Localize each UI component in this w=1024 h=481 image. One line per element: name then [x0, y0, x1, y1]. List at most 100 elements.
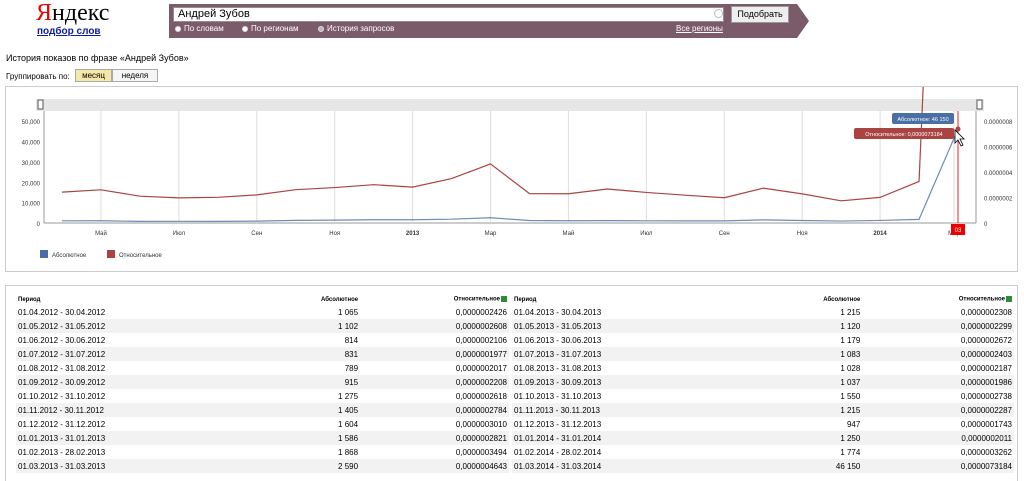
cell-relative: 0,0000002011: [862, 431, 1014, 445]
table-row: 01.03.2014 - 31.03.2014 46 150 0,000007318…: [512, 459, 1014, 473]
search-bar-arrow: [797, 4, 809, 38]
x-marker-label: 03: [955, 228, 962, 234]
cell-period: 01.08.2013 - 31.08.2013: [514, 363, 602, 373]
cell-period: 01.11.2012 - 30.11.2012: [16, 403, 254, 417]
x-tick: Июл: [173, 231, 186, 237]
table-row: 01.03.2013 - 31.03.2013 2 590 0,0000004643: [16, 459, 509, 473]
mouse-cursor-icon: [954, 129, 965, 147]
col-relative: Относительное: [862, 294, 1014, 305]
y-right-tick: 0.0000002: [984, 197, 1013, 203]
history-table-left: Период Абсолютное Относительное 01.04.20…: [16, 294, 509, 473]
y-right-tick: 0: [984, 222, 988, 228]
radio-selected-icon: [318, 25, 324, 32]
logo-letter: Я: [36, 0, 53, 26]
table-row: 01.05.2012 - 31.05.2012 1 102 0,0000002608: [16, 319, 509, 333]
cell-period: 01.12.2013 - 31.12.2013: [514, 419, 602, 429]
cell-period: 01.02.2013 - 28.02.2013: [18, 447, 106, 457]
mode-label: По словам: [184, 24, 224, 33]
search-input[interactable]: Андрей Зубов: [173, 7, 724, 22]
all-regions-link[interactable]: Все регионы: [676, 24, 723, 33]
cell-relative: 0,0000003494: [455, 447, 507, 457]
excel-icon[interactable]: [501, 296, 507, 303]
cell-period: 01.01.2014 - 31.01.2014: [512, 431, 754, 445]
x-tick: Сен: [251, 231, 262, 237]
cell-period: 01.05.2013 - 31.05.2013: [512, 319, 754, 333]
mode-history[interactable]: История запросов: [318, 24, 394, 33]
x-tick: Май: [563, 230, 575, 237]
cell-relative: 0,0000002738: [960, 391, 1012, 401]
cell-period: 01.06.2013 - 30.06.2013: [514, 335, 602, 345]
cell-relative: 0,0000002403: [862, 347, 1014, 361]
cell-relative: 0,0000002821: [360, 431, 509, 445]
cell-absolute: 1 405: [253, 403, 361, 417]
cell-absolute: 1 215: [753, 403, 863, 417]
table-row: 01.02.2014 - 28.02.2014 1 774 0,0000003262: [512, 445, 1014, 459]
table-row: 01.06.2012 - 30.06.2012 814 0,0000002106: [16, 333, 509, 347]
group-month-button[interactable]: месяц: [75, 69, 112, 82]
scroll-track: [36, 99, 984, 111]
x-tick: Май: [95, 230, 107, 237]
table-row: 01.06.2013 - 30.06.2013 1 179 0,0000002672: [512, 333, 1014, 347]
cell-period: 01.11.2013 - 30.11.2013: [512, 403, 754, 417]
cell-absolute: 1 604: [338, 419, 359, 429]
clear-icon[interactable]: [714, 9, 723, 18]
x-tick: Мар: [485, 231, 497, 237]
x-tick: Июл: [640, 231, 653, 237]
table-row: 01.04.2013 - 30.04.2013 1 215 0,0000002308: [512, 305, 1014, 319]
cell-absolute: 1 037: [753, 375, 863, 389]
table-row: 01.01.2013 - 31.01.2013 1 586 0,0000002821: [16, 431, 509, 445]
cell-period: 01.03.2014 - 31.03.2014: [512, 459, 754, 473]
mode-by-words[interactable]: По словам: [175, 24, 224, 33]
radio-icon: [175, 25, 181, 32]
table-row: 01.09.2013 - 30.09.2013 1 037 0,0000001986: [512, 375, 1014, 389]
table-row: 01.05.2013 - 31.05.2013 1 120 0,0000002299: [512, 319, 1014, 333]
excel-icon[interactable]: [1006, 296, 1012, 303]
mode-by-regions[interactable]: По регионам: [242, 24, 299, 33]
table-row: 01.08.2012 - 31.08.2012 789 0,0000002017: [16, 361, 509, 375]
left-handle: [37, 99, 44, 110]
cell-relative: 0,0000002308: [960, 307, 1012, 317]
cell-absolute: 1 774: [840, 447, 861, 457]
legend-relative-label: Относительное: [119, 253, 163, 259]
cell-relative: 0,0000002426: [455, 307, 507, 317]
pick-button[interactable]: Подобрать: [731, 6, 789, 23]
cell-relative: 0,0000002672: [960, 335, 1012, 345]
table-row: 01.08.2013 - 31.08.2013 1 028 0,0000002187: [512, 361, 1014, 375]
cell-period: 01.05.2012 - 31.05.2012: [16, 319, 254, 333]
x-tick: 2014: [873, 231, 887, 237]
cell-absolute: 1 586: [253, 431, 361, 445]
cell-relative: 0,0000002299: [862, 319, 1014, 333]
col-period: Период: [18, 296, 41, 303]
cell-absolute: 1 550: [840, 391, 861, 401]
y-left-tick: 0: [37, 222, 41, 228]
wordstat-link[interactable]: подбор слов: [37, 26, 101, 37]
cell-period: 01.04.2012 - 30.04.2012: [18, 307, 106, 317]
cell-relative: 0,0000003262: [960, 447, 1012, 457]
y-right-tick: 0.0000004: [984, 171, 1013, 177]
page-title: История показов по фразе «Андрей Зубов»: [6, 53, 189, 63]
y-left-tick: 40,000: [22, 141, 41, 147]
cell-relative: 0,0000002208: [360, 375, 509, 389]
cell-period: 01.09.2012 - 30.09.2012: [16, 375, 254, 389]
cell-relative: 0,0000001743: [960, 419, 1012, 429]
history-table-panel: Период Абсолютное Относительное 01.04.20…: [5, 285, 1018, 481]
cell-absolute: 1 215: [840, 307, 861, 317]
yandex-logo[interactable]: Яндекс: [36, 0, 109, 26]
table-row: 01.02.2013 - 28.02.2013 1 868 0,0000003494: [16, 445, 509, 459]
table-row: 01.10.2012 - 31.10.2012 1 275 0,0000002618: [16, 389, 509, 403]
mode-label: История запросов: [327, 24, 395, 33]
cell-relative: 0,0000002106: [455, 335, 507, 345]
x-tick: Ноя: [329, 231, 340, 237]
cell-absolute: 46 150: [753, 459, 863, 473]
table-row: 01.11.2012 - 30.11.2012 1 405 0,0000002784: [16, 403, 509, 417]
y-right-tick: 0.0000008: [984, 120, 1013, 126]
cell-relative: 0,0000002784: [360, 403, 509, 417]
y-left-tick: 50,000: [22, 120, 41, 126]
table-row: 01.11.2013 - 30.11.2013 1 215 0,0000002287: [512, 403, 1014, 417]
cell-relative: 0,0000002187: [960, 363, 1012, 373]
cell-absolute: 1 275: [338, 391, 359, 401]
cell-absolute: 1 250: [753, 431, 863, 445]
history-chart: 50,000 40,000 30,000 20,000 10,000 0 0.0000008…: [5, 86, 1018, 272]
cell-relative: 0,0000002287: [862, 403, 1014, 417]
group-week-button[interactable]: неделя: [112, 69, 158, 82]
